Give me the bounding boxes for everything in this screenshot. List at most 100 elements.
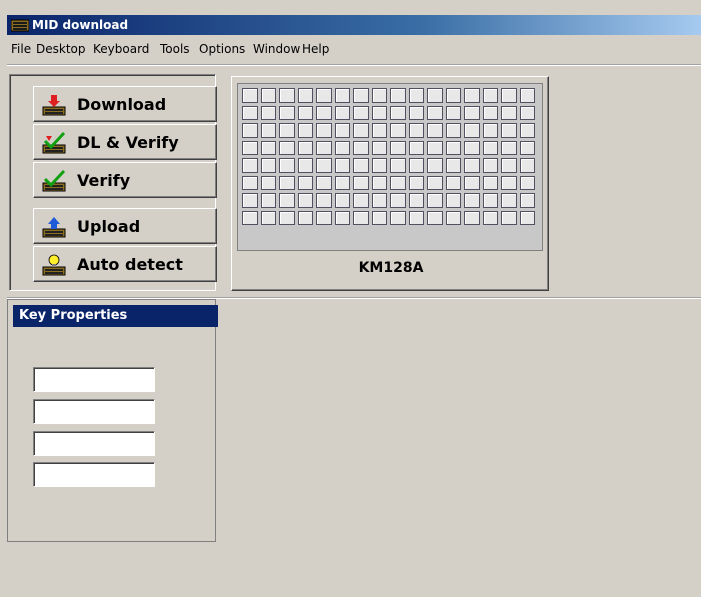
key-cell[interactable] [242,88,258,103]
key-cell[interactable] [260,123,276,138]
key-cell[interactable] [464,105,480,120]
key-cell[interactable] [334,123,350,138]
key-cell[interactable] [316,140,332,155]
key-cell[interactable] [464,193,480,208]
menu-file[interactable]: File [11,37,31,61]
key-cell[interactable] [408,123,424,138]
key-cell[interactable] [371,193,387,208]
key-cell[interactable] [316,193,332,208]
key-cell[interactable] [408,158,424,173]
key-cell[interactable] [260,140,276,155]
key-cell[interactable] [464,88,480,103]
menu-help[interactable]: Help [302,37,329,61]
key-cell[interactable] [334,175,350,190]
verify-button[interactable]: Verify [33,162,217,198]
key-cell[interactable] [519,175,535,190]
menu-tools[interactable]: Tools [160,37,190,61]
key-cell[interactable] [408,175,424,190]
key-cell[interactable] [279,88,295,103]
key-cell[interactable] [279,210,295,225]
key-cell[interactable] [501,140,517,155]
key-cell[interactable] [334,105,350,120]
key-cell[interactable] [464,140,480,155]
key-cell[interactable] [482,158,498,173]
key-cell[interactable] [334,193,350,208]
key-cell[interactable] [371,140,387,155]
dl-verify-button[interactable]: DL & Verify [33,124,217,160]
key-cell[interactable] [242,105,258,120]
key-property-field-3[interactable] [33,431,155,456]
key-cell[interactable] [464,210,480,225]
key-cell[interactable] [501,193,517,208]
key-cell[interactable] [519,193,535,208]
key-cell[interactable] [427,105,443,120]
key-cell[interactable] [482,210,498,225]
key-cell[interactable] [390,158,406,173]
key-cell[interactable] [501,123,517,138]
key-cell[interactable] [501,105,517,120]
key-cell[interactable] [353,123,369,138]
key-cell[interactable] [501,175,517,190]
key-cell[interactable] [371,175,387,190]
key-cell[interactable] [427,140,443,155]
key-cell[interactable] [519,88,535,103]
key-cell[interactable] [353,158,369,173]
key-cell[interactable] [334,158,350,173]
key-cell[interactable] [482,175,498,190]
key-cell[interactable] [482,88,498,103]
upload-button[interactable]: Upload [33,208,217,244]
key-cell[interactable] [334,140,350,155]
key-cell[interactable] [371,123,387,138]
key-cell[interactable] [279,105,295,120]
key-cell[interactable] [464,175,480,190]
key-cell[interactable] [297,210,313,225]
key-cell[interactable] [279,123,295,138]
key-cell[interactable] [260,105,276,120]
key-cell[interactable] [464,158,480,173]
key-cell[interactable] [519,105,535,120]
key-cell[interactable] [482,105,498,120]
key-cell[interactable] [334,210,350,225]
key-cell[interactable] [242,175,258,190]
key-cell[interactable] [482,140,498,155]
key-cell[interactable] [242,158,258,173]
key-cell[interactable] [445,175,461,190]
key-cell[interactable] [297,140,313,155]
key-cell[interactable] [279,158,295,173]
key-cell[interactable] [501,210,517,225]
key-cell[interactable] [427,193,443,208]
key-cell[interactable] [427,158,443,173]
menu-window[interactable]: Window [253,37,300,61]
key-cell[interactable] [445,88,461,103]
key-cell[interactable] [482,123,498,138]
key-cell[interactable] [445,193,461,208]
key-cell[interactable] [445,123,461,138]
key-cell[interactable] [353,88,369,103]
key-cell[interactable] [519,158,535,173]
key-cell[interactable] [519,140,535,155]
title-bar[interactable]: MID download [7,15,701,35]
key-cell[interactable] [427,175,443,190]
key-cell[interactable] [464,123,480,138]
key-cell[interactable] [260,193,276,208]
key-cell[interactable] [445,105,461,120]
key-property-field-4[interactable] [33,462,155,487]
download-button[interactable]: Download [33,86,217,122]
key-cell[interactable] [242,193,258,208]
key-cell[interactable] [445,210,461,225]
key-cell[interactable] [297,193,313,208]
menu-keyboard[interactable]: Keyboard [93,37,149,61]
key-cell[interactable] [334,88,350,103]
key-cell[interactable] [390,105,406,120]
auto-detect-button[interactable]: Auto detect [33,246,217,282]
key-cell[interactable] [242,210,258,225]
key-cell[interactable] [408,193,424,208]
key-cell[interactable] [390,140,406,155]
key-cell[interactable] [445,140,461,155]
key-cell[interactable] [353,175,369,190]
key-cell[interactable] [316,210,332,225]
key-cell[interactable] [371,105,387,120]
key-cell[interactable] [297,175,313,190]
key-cell[interactable] [371,88,387,103]
key-cell[interactable] [408,88,424,103]
